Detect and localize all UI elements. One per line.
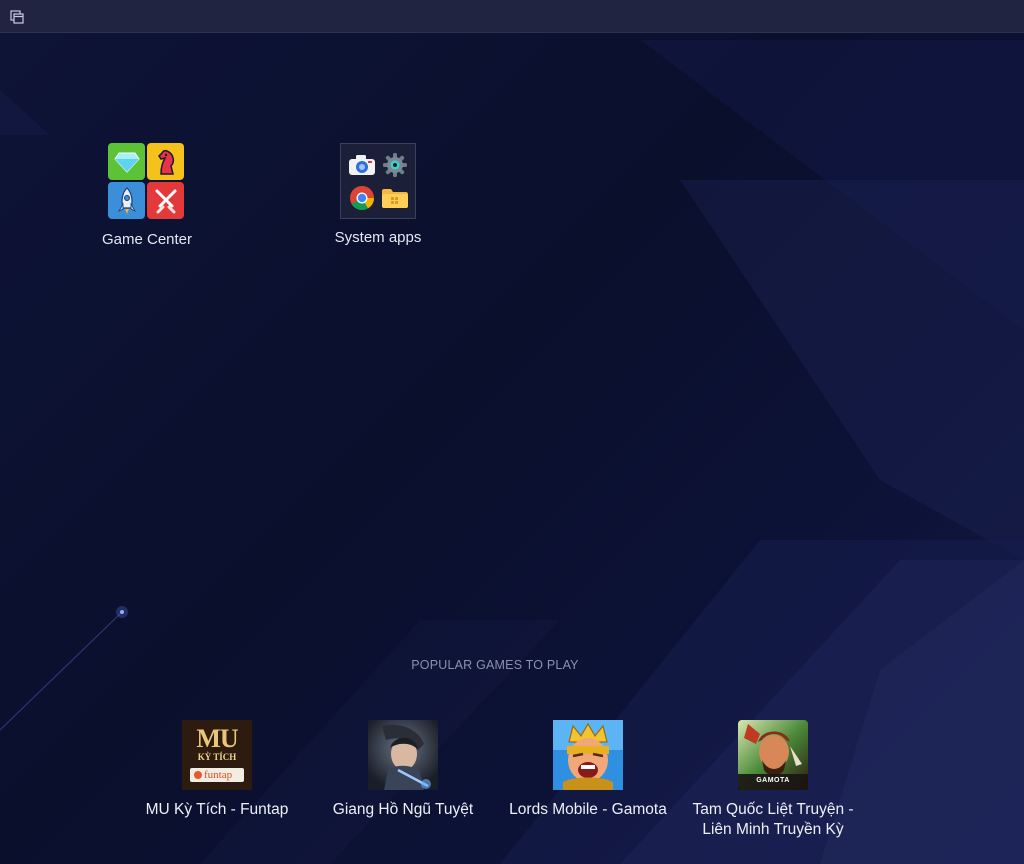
- game-tile-lords-mobile[interactable]: Lords Mobile - Gamota: [498, 720, 678, 820]
- game-tile-giang-ho-ngu-tuyet[interactable]: Giang Hồ Ngũ Tuyệt: [313, 720, 493, 820]
- game-label: Lords Mobile - Gamota: [509, 801, 667, 818]
- game-tile-mu-ky-tich[interactable]: MU KỲ TÍCH funtap MU Kỳ Tích - Funtap: [127, 720, 307, 820]
- multi-window-icon[interactable]: [8, 8, 26, 26]
- system-apps-shortcut[interactable]: System apps: [303, 143, 453, 246]
- tam-quoc-liet-truyen-game-icon: GAMOTA: [738, 720, 808, 790]
- mu-logo-text: MU: [196, 724, 238, 753]
- crossed-swords-icon: [147, 182, 184, 219]
- chess-knight-icon: [147, 143, 184, 180]
- game-center-shortcut[interactable]: Game Center: [72, 143, 222, 248]
- settings-gear-icon: [378, 148, 411, 181]
- popular-games-heading: POPULAR GAMES TO PLAY: [411, 658, 579, 672]
- system-apps-folder-icon: [340, 143, 416, 219]
- giang-ho-ngu-tuyet-game-icon: [368, 720, 438, 790]
- gamota-brand-text: GAMOTA: [756, 777, 790, 784]
- emulator-home-screen: Game Center System apps POPULAR GAMES TO…: [0, 0, 1024, 864]
- lords-mobile-game-icon: [553, 720, 623, 790]
- game-label: Giang Hồ Ngũ Tuyệt: [332, 801, 474, 818]
- game-label: Tam Quốc Liệt Truyện - Liên Minh Truyền …: [692, 801, 854, 838]
- top-toolbar: [0, 0, 1024, 33]
- chrome-browser-icon: [345, 181, 378, 214]
- mu-ky-tich-game-icon: MU KỲ TÍCH funtap: [182, 720, 252, 790]
- camera-icon: [345, 148, 378, 181]
- game-center-folder-icon: [108, 143, 186, 221]
- file-manager-folder-icon: [378, 181, 411, 214]
- system-apps-label: System apps: [334, 229, 422, 246]
- funtap-brand-text: funtap: [204, 769, 233, 781]
- rocket-icon: [108, 182, 145, 219]
- game-tile-tam-quoc-liet-truyen[interactable]: GAMOTA Tam Quốc Liệt Truyện - Liên Minh …: [683, 720, 863, 840]
- game-label: MU Kỳ Tích - Funtap: [145, 801, 289, 818]
- game-center-label: Game Center: [101, 231, 193, 248]
- mu-subtitle-text: KỲ TÍCH: [197, 752, 237, 762]
- diamond-icon: [108, 143, 145, 180]
